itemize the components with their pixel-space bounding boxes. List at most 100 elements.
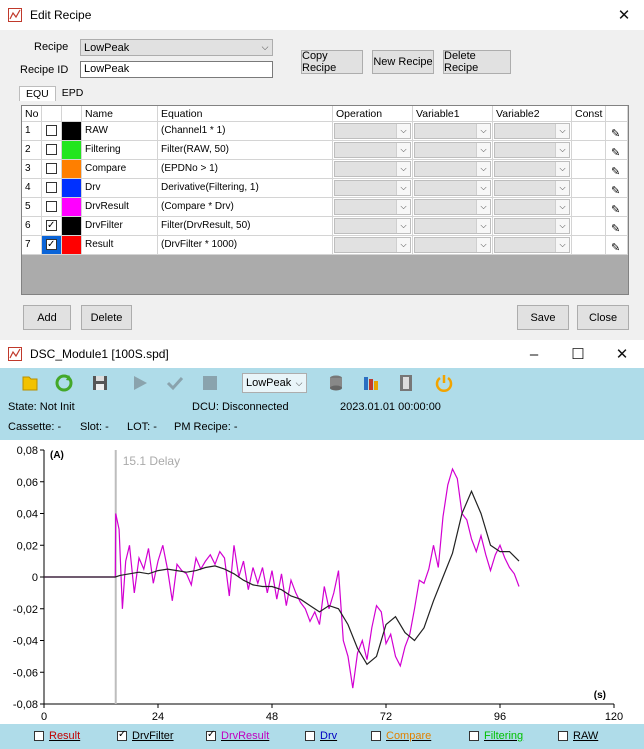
row-operation-select-cell[interactable]: ⌵	[333, 217, 413, 236]
open-folder-icon[interactable]	[20, 373, 40, 393]
row-color-swatch[interactable]	[62, 198, 82, 217]
close-button[interactable]: Close	[577, 305, 629, 330]
close-icon[interactable]: ✕	[604, 0, 644, 30]
row-variable2-select-cell[interactable]: ⌵	[493, 217, 572, 236]
row-variable2-select[interactable]: ⌵	[494, 142, 570, 158]
legend-checkbox[interactable]	[558, 731, 568, 741]
filmstrip-icon[interactable]	[396, 373, 416, 393]
row-erase-cell[interactable]: ✎	[606, 160, 628, 179]
row-equation[interactable]: (Channel1 * 1)	[158, 122, 333, 141]
row-variable1-select[interactable]: ⌵	[414, 218, 491, 234]
legend-item-raw[interactable]: RAW	[558, 729, 598, 743]
row-variable1-select-cell[interactable]: ⌵	[413, 141, 493, 160]
row-checkbox-cell[interactable]	[42, 122, 62, 141]
row-checkbox-cell[interactable]	[42, 179, 62, 198]
row-checkbox[interactable]	[46, 236, 57, 254]
eraser-icon[interactable]: ✎	[611, 182, 620, 197]
eraser-icon[interactable]: ✎	[611, 220, 620, 235]
save-disk-icon[interactable]	[90, 373, 110, 393]
row-color-swatch[interactable]	[62, 141, 82, 160]
row-operation-select-cell[interactable]: ⌵	[333, 236, 413, 255]
close-icon[interactable]: ✕	[600, 339, 644, 369]
row-variable2-select-cell[interactable]: ⌵	[493, 198, 572, 217]
row-variable2-select-cell[interactable]: ⌵	[493, 141, 572, 160]
row-erase-cell[interactable]: ✎	[606, 217, 628, 236]
row-const[interactable]	[572, 122, 606, 141]
row-variable2-select[interactable]: ⌵	[494, 199, 570, 215]
row-checkbox-cell[interactable]	[42, 236, 62, 255]
save-button[interactable]: Save	[517, 305, 569, 330]
power-icon[interactable]	[434, 373, 454, 393]
row-variable1-select-cell[interactable]: ⌵	[413, 198, 493, 217]
row-erase-cell[interactable]: ✎	[606, 141, 628, 160]
row-variable2-select[interactable]: ⌵	[494, 180, 570, 196]
row-checkbox-cell[interactable]	[42, 141, 62, 160]
row-checkbox-cell[interactable]	[42, 198, 62, 217]
row-variable2-select[interactable]: ⌵	[494, 218, 570, 234]
row-variable1-select-cell[interactable]: ⌵	[413, 160, 493, 179]
row-const[interactable]	[572, 217, 606, 236]
row-variable1-select[interactable]: ⌵	[414, 123, 491, 139]
row-checkbox[interactable]	[46, 144, 57, 155]
row-operation-select[interactable]: ⌵	[334, 199, 411, 215]
row-color-swatch[interactable]	[62, 179, 82, 198]
eraser-icon[interactable]: ✎	[611, 163, 620, 178]
new-recipe-button[interactable]: New Recipe	[372, 50, 434, 74]
row-operation-select[interactable]: ⌵	[334, 123, 411, 139]
row-variable2-select-cell[interactable]: ⌵	[493, 160, 572, 179]
row-operation-select[interactable]: ⌵	[334, 142, 411, 158]
row-operation-select[interactable]: ⌵	[334, 161, 411, 177]
row-checkbox-cell[interactable]	[42, 160, 62, 179]
legend-checkbox[interactable]	[305, 731, 315, 741]
legend-checkbox[interactable]	[371, 731, 381, 741]
row-operation-select-cell[interactable]: ⌵	[333, 122, 413, 141]
row-variable1-select[interactable]: ⌵	[414, 142, 491, 158]
minimize-icon[interactable]: –	[512, 339, 556, 369]
row-erase-cell[interactable]: ✎	[606, 122, 628, 141]
row-variable1-select[interactable]: ⌵	[414, 161, 491, 177]
legend-label[interactable]: Filtering	[484, 730, 523, 742]
table-row[interactable]: 3 Compare (EPDNo > 1) ⌵ ⌵ ⌵ ✎	[22, 160, 628, 179]
row-operation-select-cell[interactable]: ⌵	[333, 160, 413, 179]
row-variable2-select[interactable]: ⌵	[494, 161, 570, 177]
row-variable2-select-cell[interactable]: ⌵	[493, 122, 572, 141]
legend-label[interactable]: DrvResult	[221, 730, 269, 742]
eraser-icon[interactable]: ✎	[611, 125, 620, 140]
row-variable1-select-cell[interactable]: ⌵	[413, 217, 493, 236]
row-variable1-select-cell[interactable]: ⌵	[413, 236, 493, 255]
row-operation-select[interactable]: ⌵	[334, 180, 411, 196]
row-operation-select-cell[interactable]: ⌵	[333, 198, 413, 217]
row-checkbox[interactable]	[46, 163, 57, 174]
row-name[interactable]: Filtering	[82, 141, 158, 160]
row-color-swatch[interactable]	[62, 160, 82, 179]
row-const[interactable]	[572, 179, 606, 198]
table-row[interactable]: 4 Drv Derivative(Filtering, 1) ⌵ ⌵ ⌵ ✎	[22, 179, 628, 198]
row-operation-select-cell[interactable]: ⌵	[333, 141, 413, 160]
row-name[interactable]: Compare	[82, 160, 158, 179]
legend-checkbox[interactable]	[469, 731, 479, 741]
legend-item-result[interactable]: Result	[34, 729, 80, 743]
legend-item-drv[interactable]: Drv	[305, 729, 337, 743]
copy-recipe-button[interactable]: Copy Recipe	[301, 50, 363, 74]
legend-label[interactable]: RAW	[573, 730, 598, 742]
row-checkbox-cell[interactable]	[42, 217, 62, 236]
tab-epd[interactable]: EPD	[56, 86, 90, 101]
row-variable1-select-cell[interactable]: ⌵	[413, 179, 493, 198]
row-erase-cell[interactable]: ✎	[606, 198, 628, 217]
row-checkbox[interactable]	[46, 217, 57, 235]
tab-equ[interactable]: EQU	[19, 86, 56, 101]
row-checkbox[interactable]	[46, 182, 57, 193]
row-color-swatch[interactable]	[62, 236, 82, 255]
legend-checkbox[interactable]	[34, 731, 44, 741]
play-icon[interactable]	[130, 373, 150, 393]
delete-recipe-button[interactable]: Delete Recipe	[443, 50, 511, 74]
table-row[interactable]: 6 DrvFilterFilter(DrvResult, 50) ⌵ ⌵ ⌵ ✎	[22, 217, 628, 236]
legend-label[interactable]: Result	[49, 730, 80, 742]
row-variable1-select-cell[interactable]: ⌵	[413, 122, 493, 141]
row-equation[interactable]: Filter(DrvResult, 50)	[158, 217, 333, 236]
table-row[interactable]: 5 DrvResult (Compare * Drv) ⌵ ⌵ ⌵ ✎	[22, 198, 628, 217]
row-const[interactable]	[572, 198, 606, 217]
refresh-icon[interactable]	[54, 373, 74, 393]
eraser-icon[interactable]: ✎	[611, 201, 620, 216]
row-variable1-select[interactable]: ⌵	[414, 199, 491, 215]
